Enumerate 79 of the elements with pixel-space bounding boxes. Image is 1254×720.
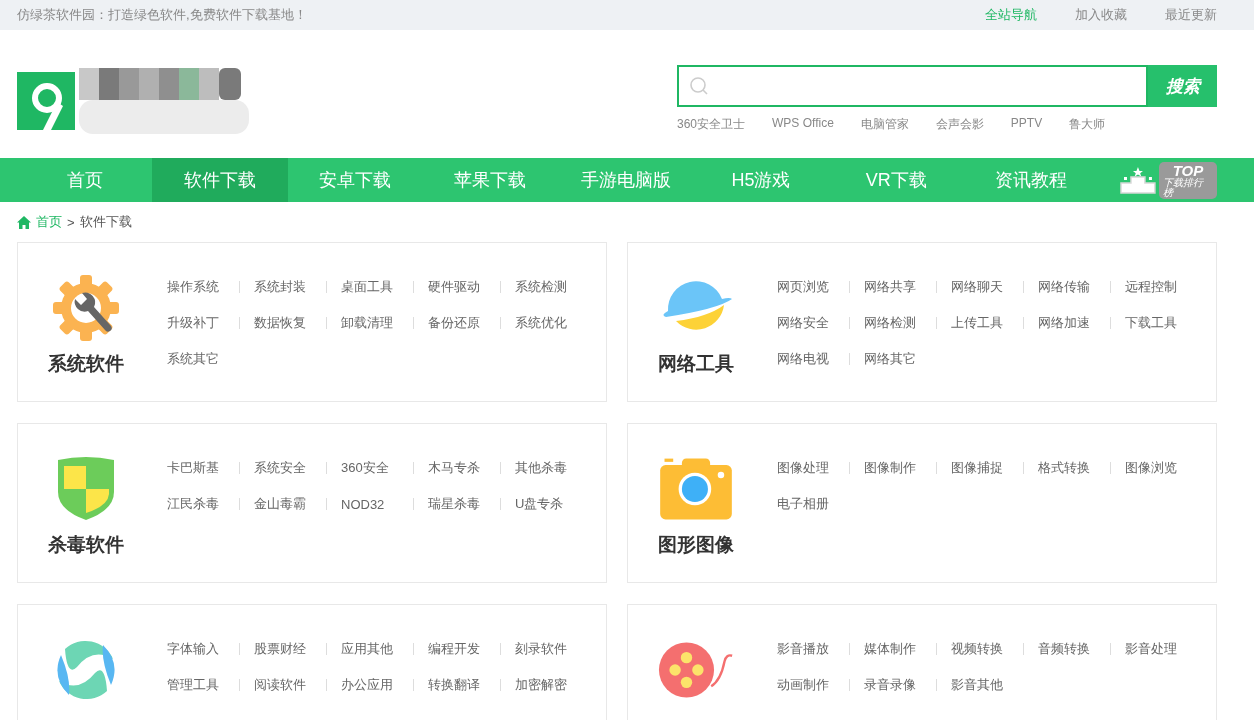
hot-keyword-link[interactable]: PPTV [1010,116,1043,133]
top-link[interactable]: 加入收藏 [1075,6,1127,24]
hot-keyword-link[interactable]: 360安全卫士 [677,116,746,133]
subcategory-link[interactable]: 影音其他 [951,676,1009,694]
hot-keyword-link[interactable]: 会声会影 [935,116,984,133]
subcategory-link[interactable]: 远程控制 [1125,278,1183,296]
subcategory-link[interactable]: 其他杀毒 [515,459,573,477]
subcategory-link[interactable]: 电子相册 [777,495,835,513]
subcategory-link[interactable]: U盘专杀 [515,495,573,513]
subcategory-link[interactable]: 系统检测 [515,278,573,296]
subcategory-link[interactable]: 图像捕捉 [951,459,1009,477]
subcategory-link[interactable]: 转换翻译 [428,676,486,694]
subcategory-link[interactable]: 编程开发 [428,640,486,658]
search-icon [689,76,709,96]
breadcrumb-separator: > [67,214,75,230]
subcategory-link[interactable]: 网络加速 [1038,314,1096,332]
subcategory-link[interactable]: 系统安全 [254,459,312,477]
subcategory-link[interactable]: 硬件驱动 [428,278,486,296]
subcategory-link[interactable]: 网络电视 [777,350,835,368]
category-title[interactable]: 图形图像 [657,532,734,558]
search-field[interactable] [677,65,1148,107]
subcategory-link[interactable]: 图像处理 [777,459,835,477]
hot-keyword-link[interactable]: 鲁大师 [1069,116,1106,133]
subcategory-link[interactable]: 音频转换 [1038,640,1096,658]
category-title[interactable]: 杀毒软件 [47,532,124,558]
category-title[interactable]: 系统软件 [47,351,124,377]
category-title[interactable]: 网络工具 [657,351,734,377]
subcategory-link[interactable]: 金山毒霸 [254,495,312,513]
subcategory-link[interactable]: 办公应用 [341,676,399,694]
logo-icon[interactable] [17,72,75,130]
subcategory-link[interactable]: 系统优化 [515,314,573,332]
subcategory-link[interactable]: 刻录软件 [515,640,573,658]
subcategory-link[interactable]: 卸载清理 [341,314,399,332]
subcategory-link[interactable]: 影音处理 [1125,640,1183,658]
subcategory-link[interactable]: 360安全 [341,459,399,477]
subcategory-link[interactable]: 瑞星杀毒 [428,495,486,513]
subcategory-link[interactable]: 卡巴斯基 [167,459,225,477]
subcategory-link[interactable]: 录音录像 [864,676,922,694]
subcategory-link[interactable]: 系统封装 [254,278,312,296]
subcategory-link[interactable]: 木马专杀 [428,459,486,477]
hot-keyword-link[interactable]: WPS Office [772,116,834,133]
home-icon [17,215,31,229]
site-slogan: 仿绿茶软件园：打造绿色软件,免费软件下载基地！ [17,6,307,24]
subcategory-link[interactable]: 格式转换 [1038,459,1096,477]
subcategory-link[interactable]: 字体输入 [167,640,225,658]
subcategory-link[interactable]: 上传工具 [951,314,1009,332]
top-link[interactable]: 最近更新 [1165,6,1217,24]
subcategory-link[interactable]: 桌面工具 [341,278,399,296]
subcategory-link[interactable]: 视频转换 [951,640,1009,658]
subcategory-link[interactable]: 应用其他 [341,640,399,658]
hot-keyword-link[interactable]: 电脑管家 [860,116,909,133]
subcategory-link[interactable]: 备份还原 [428,314,486,332]
subcategory-link[interactable]: 网络共享 [864,278,922,296]
subcategory-link[interactable]: 数据恢复 [254,314,312,332]
podium-icon [1119,165,1158,195]
subcategory-link[interactable]: 网页浏览 [777,278,835,296]
subcategory-link[interactable]: 网络安全 [777,314,835,332]
subcategory-link[interactable]: 网络聊天 [951,278,1009,296]
subcategory-link[interactable]: 影音播放 [777,640,835,658]
subcategory-link[interactable]: 下载工具 [1125,314,1183,332]
subcategory-link[interactable]: NOD32 [341,496,399,512]
subcategory-link[interactable]: 网络传输 [1038,278,1096,296]
subcategory-link[interactable]: 图像浏览 [1125,459,1183,477]
subcategory-link[interactable]: 网络检测 [864,314,922,332]
subcategory-link[interactable]: 加密解密 [515,676,573,694]
subcategory-link[interactable]: 升级补丁 [167,314,225,332]
subcategory-link[interactable]: 阅读软件 [254,676,312,694]
subcategory-link[interactable]: 图像制作 [864,459,922,477]
subcategory-link[interactable]: 股票财经 [254,640,312,658]
subcategory-link[interactable]: 江民杀毒 [167,495,225,513]
breadcrumb-current: 软件下载 [79,213,132,231]
gear-wrench-icon [52,275,119,341]
subcategory-link[interactable]: 动画制作 [777,676,835,694]
subcategory-link[interactable]: 媒体制作 [864,640,922,658]
camera-icon [657,456,734,522]
subcategory-link[interactable]: 操作系统 [167,278,225,296]
subcategory-link[interactable]: 网络其它 [864,350,922,368]
subcategory-link[interactable]: 管理工具 [167,676,225,694]
subcategory-link[interactable]: 系统其它 [167,350,225,368]
